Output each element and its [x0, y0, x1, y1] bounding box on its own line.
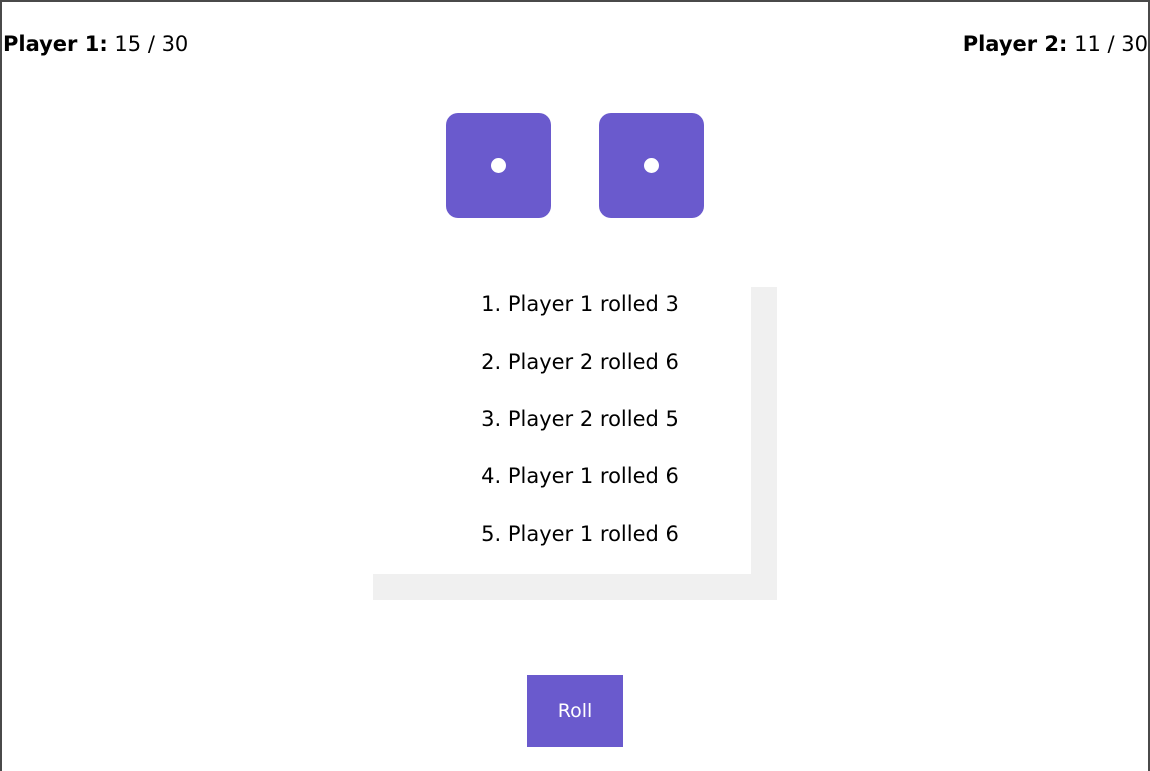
log-entry: 1. Player 1 rolled 3	[481, 292, 679, 316]
player-2-score: Player 2: 11 / 30	[963, 31, 1148, 57]
roll-log-list: 1. Player 1 rolled 3 2. Player 2 rolled …	[373, 287, 751, 574]
die-pip	[644, 158, 659, 173]
player-2-label: Player 2:	[962, 32, 1068, 56]
die-pip	[491, 158, 506, 173]
die-1	[446, 113, 551, 218]
horizontal-scrollbar[interactable]	[373, 574, 777, 600]
roll-button[interactable]: Roll	[527, 675, 623, 747]
log-entry: 5. Player 1 rolled 6	[481, 522, 679, 546]
player-2-score-value: 11 / 30	[1074, 32, 1148, 56]
vertical-scrollbar[interactable]	[751, 287, 777, 600]
log-entry: 2. Player 2 rolled 6	[481, 350, 679, 374]
log-entry: 3. Player 2 rolled 5	[481, 407, 679, 431]
die-2	[599, 113, 704, 218]
player-1-score: Player 1: 15 / 30	[3, 31, 188, 57]
roll-log[interactable]: 1. Player 1 rolled 3 2. Player 2 rolled …	[373, 287, 777, 600]
player-1-label: Player 1:	[3, 32, 108, 56]
player-1-score-value: 15 / 30	[114, 32, 189, 56]
log-entry: 4. Player 1 rolled 6	[481, 464, 679, 488]
